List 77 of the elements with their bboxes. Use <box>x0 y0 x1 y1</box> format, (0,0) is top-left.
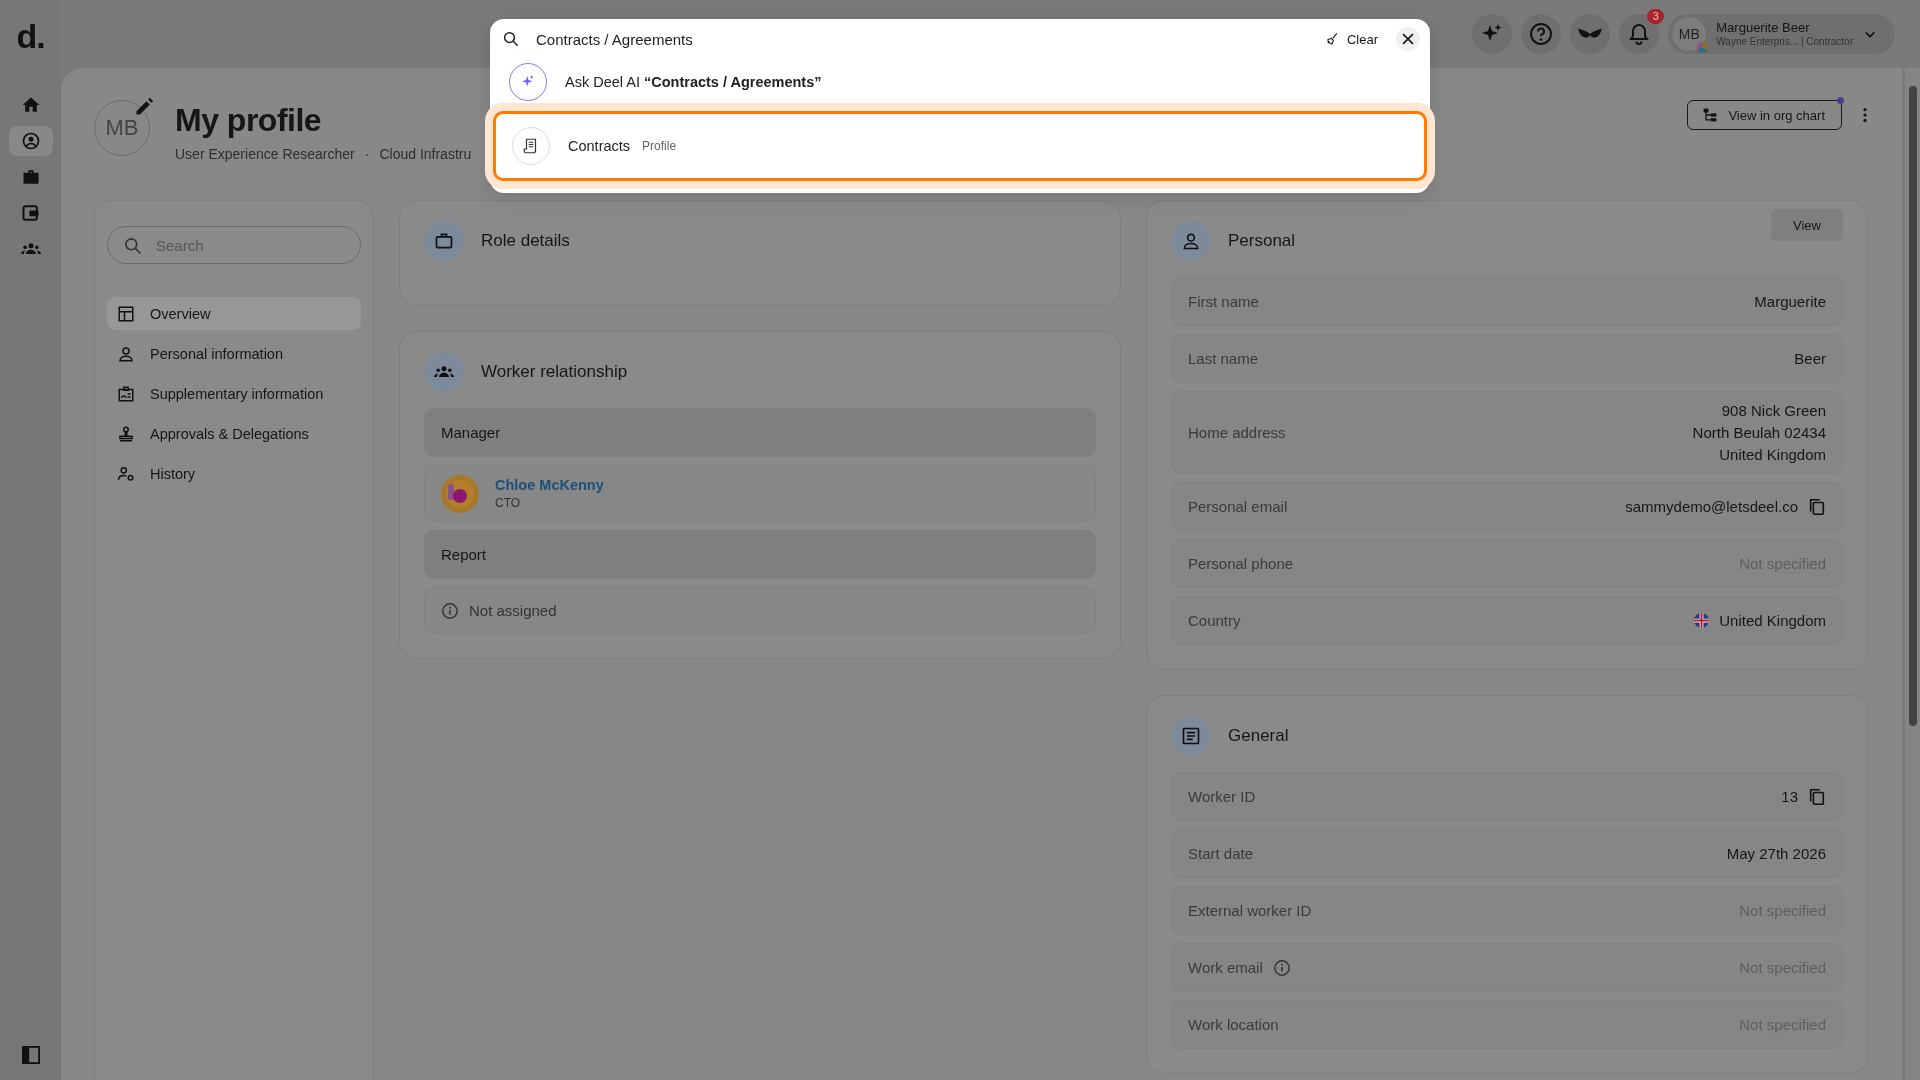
person-icon <box>117 344 135 363</box>
layout-icon <box>117 304 135 323</box>
id-card-icon <box>117 384 135 403</box>
field-label: Last name <box>1188 350 1259 367</box>
help-icon[interactable] <box>1521 14 1562 54</box>
field-label: First name <box>1188 293 1259 310</box>
field-label: Worker ID <box>1188 788 1256 805</box>
profile-subtitle: Cloud Infrastru <box>379 146 472 162</box>
view-button[interactable]: View <box>1771 209 1843 241</box>
edit-icon[interactable] <box>134 97 154 117</box>
card-title: Worker relationship <box>481 362 628 382</box>
page-title: My profile <box>175 101 323 140</box>
person-icon[interactable] <box>8 126 53 156</box>
info-icon <box>441 601 459 620</box>
nav-item[interactable]: Supplementary information <box>107 377 361 410</box>
field-label: Work email <box>1188 959 1263 976</box>
org-chart-button[interactable]: View in org chart <box>1687 100 1842 130</box>
field-value: United Kingdom <box>1719 446 1826 463</box>
person-icon <box>1171 221 1211 261</box>
more-icon[interactable] <box>1862 106 1868 124</box>
nav-item[interactable]: Overview <box>107 297 361 330</box>
card-title: General <box>1228 726 1289 746</box>
section-label: Manager <box>424 408 1096 457</box>
copy-icon[interactable] <box>1808 497 1826 516</box>
nav-item[interactable]: History <box>107 457 361 490</box>
people-icon <box>424 352 464 392</box>
search-icon <box>123 236 143 256</box>
close-button[interactable] <box>1396 27 1420 51</box>
copy-icon[interactable] <box>1808 787 1826 806</box>
field-label: Personal email <box>1188 498 1288 515</box>
field-value: sammydemo@letsdeel.co <box>1625 498 1798 515</box>
logo[interactable]: d. <box>16 18 45 54</box>
org-chart-icon <box>1702 107 1719 123</box>
account-menu[interactable]: MB Marguerite Beer Wayne Enterpris... | Contractor <box>1668 14 1895 54</box>
close-icon <box>1401 32 1415 46</box>
document-icon <box>1171 716 1211 756</box>
notification-badge: 3 <box>1647 9 1665 24</box>
stamp-icon <box>117 424 135 443</box>
sidebar-toggle-icon[interactable] <box>21 1046 40 1064</box>
card-title: Role details <box>481 231 570 251</box>
field-value: Marguerite <box>1754 293 1826 310</box>
field-label: Personal phone <box>1188 555 1294 572</box>
eye-mask-icon[interactable] <box>1570 14 1611 54</box>
field-value: 13 <box>1781 788 1798 805</box>
field-value: North Beulah 02434 <box>1692 424 1826 441</box>
nav-item[interactable]: Personal information <box>107 337 361 370</box>
field-label: Work location <box>1188 1016 1279 1033</box>
bell-icon[interactable] <box>1619 14 1660 54</box>
field-value: United Kingdom <box>1719 612 1826 629</box>
user-name: Marguerite Beer <box>1716 20 1810 36</box>
card-title: Personal <box>1228 231 1296 251</box>
field-label: External worker ID <box>1188 902 1312 919</box>
clear-button[interactable]: Clear <box>1324 31 1378 47</box>
field-label: Home address <box>1188 424 1286 441</box>
field-label: Start date <box>1188 845 1254 862</box>
nav-item[interactable]: Approvals & Delegations <box>107 417 361 450</box>
person-role: CTO <box>495 496 522 510</box>
scrollbar[interactable] <box>1905 68 1920 1080</box>
user-company: Wayne Enterpris... | Contractor <box>1716 35 1853 48</box>
indicator-dot <box>1837 97 1844 104</box>
briefcase-icon <box>424 221 464 261</box>
person-gear-icon <box>117 464 135 483</box>
flag-icon <box>1694 613 1710 628</box>
sparkle-icon[interactable] <box>1472 14 1513 54</box>
field-value: Beer <box>1794 350 1826 367</box>
field-label: Country <box>1188 612 1241 629</box>
search-icon <box>502 30 520 48</box>
field-value: 908 Nick Green <box>1721 402 1826 419</box>
profile-subtitle: User Experience Researcher <box>175 146 355 162</box>
broom-icon <box>1324 32 1339 46</box>
profile-subtitle: · <box>364 146 370 162</box>
section-label: Report <box>424 530 1096 579</box>
empty-text: Not assigned <box>469 602 557 619</box>
info-icon <box>1272 958 1291 977</box>
ask-ai-result[interactable]: Ask Deel AI “Contracts / Agreements” <box>490 59 1430 105</box>
user-initials: MB <box>1678 26 1700 42</box>
field-value: May 27th 2026 <box>1726 845 1826 862</box>
